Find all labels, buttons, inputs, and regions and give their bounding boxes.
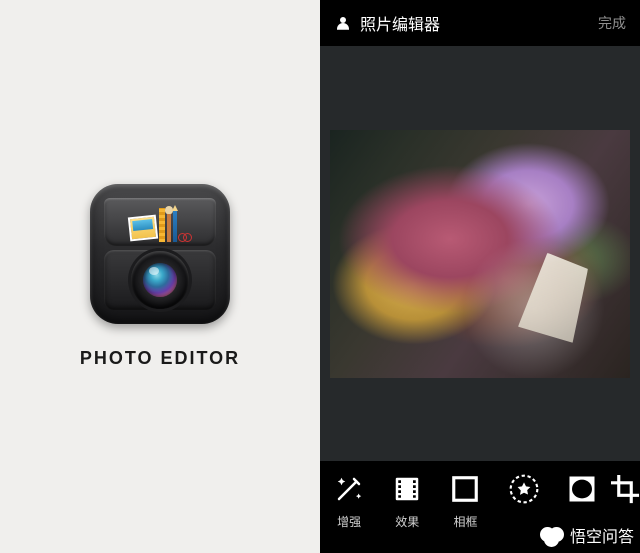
app-name-label: PHOTO EDITOR [80, 348, 240, 369]
bottom-toolbar: 增强 效果 相框 [320, 461, 640, 553]
user-icon[interactable] [334, 14, 352, 32]
tool-label: 增强 [337, 513, 361, 530]
tool-frame[interactable]: 相框 [436, 471, 494, 530]
tool-effects[interactable]: 效果 [378, 471, 436, 530]
done-button[interactable]: 完成 [598, 13, 626, 33]
vignette-icon [564, 471, 600, 507]
frame-icon [447, 471, 483, 507]
titlebar: 照片编辑器 完成 [320, 0, 640, 46]
magic-wand-icon [331, 471, 367, 507]
tool-sticker[interactable] [495, 471, 553, 513]
tool-label: 效果 [395, 513, 419, 530]
crop-icon [611, 471, 640, 507]
camera-icon [104, 250, 216, 310]
tool-enhance[interactable]: 增强 [320, 471, 378, 530]
tool-crop[interactable] [611, 471, 640, 513]
star-circle-icon [506, 471, 542, 507]
tool-vignette[interactable] [553, 471, 611, 513]
app-splash-panel: PHOTO EDITOR [0, 0, 320, 553]
page-title: 照片编辑器 [360, 11, 440, 35]
photo-editor-screen: 照片编辑器 完成 增强 效果 [320, 0, 640, 553]
app-icon [90, 184, 230, 324]
film-strip-icon [389, 471, 425, 507]
photo-preview[interactable] [330, 130, 630, 378]
toolbox-icon [104, 198, 216, 246]
tool-label: 相框 [453, 513, 477, 530]
canvas-area[interactable] [320, 46, 640, 461]
